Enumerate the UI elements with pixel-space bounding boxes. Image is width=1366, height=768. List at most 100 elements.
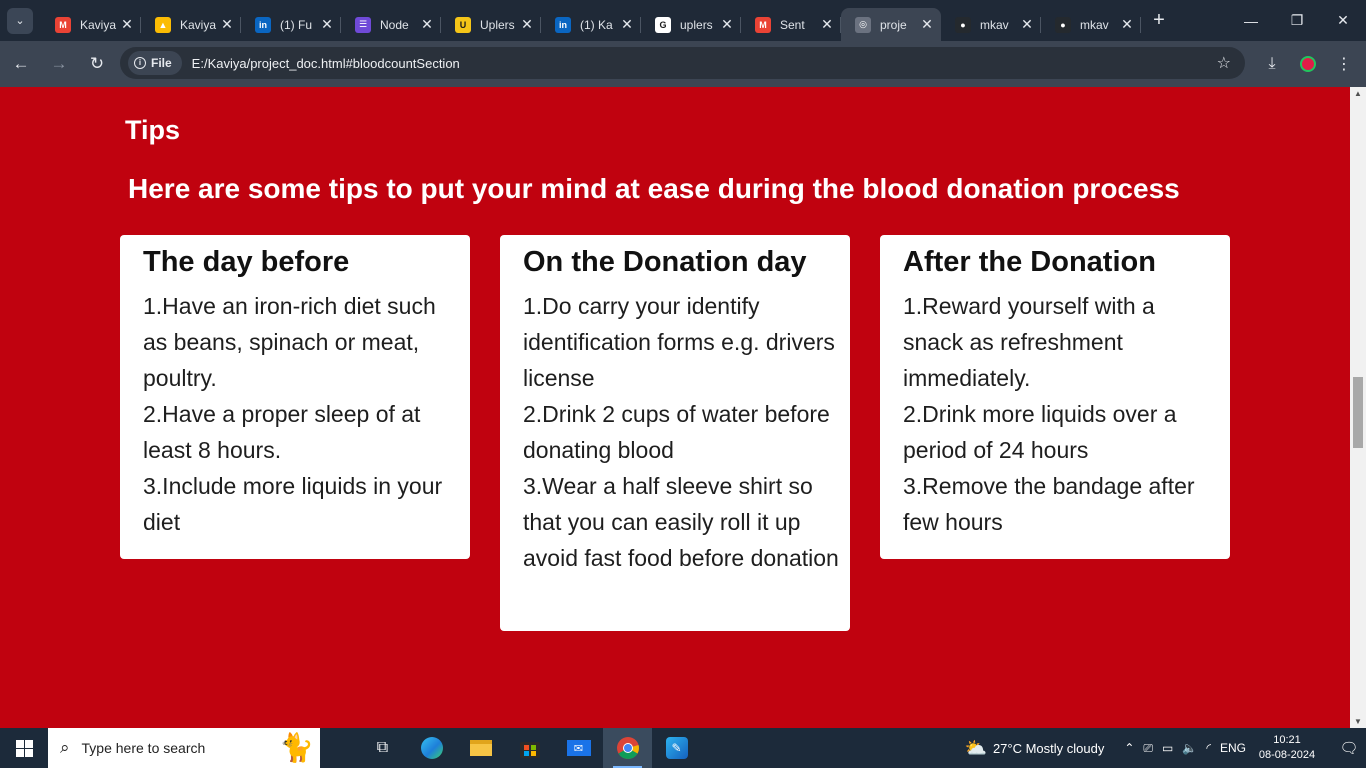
chevron-up-icon[interactable]: ⌃ <box>1124 741 1134 755</box>
edge-button[interactable] <box>407 728 456 768</box>
menu-button[interactable]: ⋮ <box>1327 41 1361 87</box>
language-indicator[interactable]: ENG <box>1220 741 1246 755</box>
tip-line: 2.Drink more liquids over a period of 24… <box>903 401 1177 463</box>
tip-line: 2.Have a proper sleep of at least 8 hour… <box>143 401 421 463</box>
linkedin-icon: in <box>255 16 271 33</box>
tip-line: 2.Drink 2 cups of water before donating … <box>523 401 830 463</box>
notification-center-button[interactable]: 🗨 <box>1332 739 1366 757</box>
tab-label: uplers <box>680 17 713 32</box>
browser-tab[interactable]: M Kaviya ✕ <box>41 8 141 41</box>
paint-app-button[interactable]: ✎ <box>652 728 701 768</box>
close-icon: ✕ <box>1337 12 1349 28</box>
meet-now-icon[interactable]: ⎚ <box>1143 741 1153 756</box>
gmail-icon: M <box>755 16 771 33</box>
tab-close-icon[interactable]: ✕ <box>219 16 235 33</box>
minimize-icon: — <box>1244 12 1258 29</box>
tab-close-icon[interactable]: ✕ <box>319 16 335 33</box>
kebab-menu-icon: ⋮ <box>1336 56 1352 73</box>
bookmark-star-icon[interactable]: ☆ <box>1217 53 1231 73</box>
tab-close-icon[interactable]: ✕ <box>819 16 835 33</box>
notification-icon: 🗨 <box>1339 740 1359 757</box>
search-icon: ⌕ <box>60 738 70 757</box>
weather-widget[interactable]: ⛅ 27°C Mostly cloudy <box>965 738 1105 759</box>
close-window-button[interactable]: ✕ <box>1320 0 1366 41</box>
clock[interactable]: 10:21 08-08-2024 <box>1256 733 1318 763</box>
browser-tab[interactable]: ● mkav ✕ <box>941 8 1041 41</box>
restore-button[interactable]: ❐ <box>1274 0 1320 41</box>
address-bar[interactable]: i File E:/Kaviya/project_doc.html#bloodc… <box>120 47 1245 79</box>
forward-button[interactable]: → <box>42 47 76 81</box>
windows-taskbar: ⌕ Type here to search 🐈 ⧉ ✉ ✎ ⛅ 27°C Mos… <box>0 728 1366 768</box>
tab-label: (1) Fu <box>280 17 313 32</box>
section-title: Tips <box>125 115 181 145</box>
tip-line: 3.Include more liquids in your diet <box>143 473 443 535</box>
tab-strip: ⌄ M Kaviya ✕ ▲ Kaviya ✕ in (1) Fu ✕ ☰ Node ✕ U Uplers… <box>0 0 1366 41</box>
card-title: On the Donation day <box>523 246 807 278</box>
site-info-chip[interactable]: i File <box>128 51 182 75</box>
minimize-button[interactable]: — <box>1228 0 1274 41</box>
tab-close-icon[interactable]: ✕ <box>519 16 535 33</box>
browser-tab[interactable]: M Sent ✕ <box>741 8 841 41</box>
mail-icon: ✉ <box>566 740 591 756</box>
tab-close-icon[interactable]: ✕ <box>619 16 635 33</box>
uplers-icon: U <box>455 16 471 33</box>
folder-icon <box>469 740 492 756</box>
url-text[interactable]: E:/Kaviya/project_doc.html#bloodcountSec… <box>192 56 460 71</box>
volume-icon[interactable]: 🔈 <box>1182 741 1197 755</box>
tip-line: 1.Do carry your identify identification … <box>523 293 835 391</box>
battery-icon[interactable]: ▭ <box>1162 741 1173 755</box>
task-view-button[interactable]: ⧉ <box>358 728 407 768</box>
tab-close-icon[interactable]: ✕ <box>119 16 135 33</box>
browser-tab[interactable]: ☰ Node ✕ <box>341 8 441 41</box>
vertical-scrollbar[interactable]: ▲ ▼ <box>1350 87 1366 728</box>
tab-close-icon[interactable]: ✕ <box>919 16 935 33</box>
tab-close-icon[interactable]: ✕ <box>1019 16 1035 33</box>
tip-line: 1.Reward yourself with a snack as refres… <box>903 293 1155 391</box>
clock-time: 10:21 <box>1273 734 1301 746</box>
tab-close-icon[interactable]: ✕ <box>719 16 735 33</box>
store-button[interactable] <box>505 728 554 768</box>
paint-icon: ✎ <box>665 737 688 759</box>
start-button[interactable] <box>0 728 48 768</box>
tab-search-button[interactable]: ⌄ <box>7 7 33 34</box>
tip-line: 1.Have an iron-rich diet such as beans, … <box>143 293 436 391</box>
tab-label: mkav <box>980 17 1009 32</box>
mail-button[interactable]: ✉ <box>554 728 603 768</box>
browser-tab[interactable]: ▲ Kaviya ✕ <box>141 8 241 41</box>
chrome-button[interactable] <box>603 728 652 768</box>
file-explorer-button[interactable] <box>456 728 505 768</box>
wifi-icon[interactable]: ◜ <box>1206 741 1211 755</box>
edge-icon <box>420 737 443 759</box>
tab-separator <box>1140 17 1141 33</box>
search-placeholder: Type here to search <box>81 740 206 756</box>
chevron-down-icon: ⌄ <box>15 15 25 27</box>
linkedin-icon: in <box>555 16 571 33</box>
browser-tab[interactable]: ● mkav ✕ <box>1041 8 1141 41</box>
tab-label: mkav <box>1080 17 1109 32</box>
browser-tab[interactable]: in (1) Ka ✕ <box>541 8 641 41</box>
weather-text: 27°C Mostly cloudy <box>992 740 1105 756</box>
google-icon: G <box>655 16 671 33</box>
new-tab-button[interactable]: + <box>1145 9 1173 32</box>
taskbar-search-box[interactable]: ⌕ Type here to search 🐈 <box>48 728 320 768</box>
arrow-left-icon: ← <box>12 54 30 73</box>
browser-tab[interactable]: Guplers ✕ <box>641 8 741 41</box>
downloads-button[interactable]: ⤓ <box>1255 41 1289 87</box>
tab-close-icon[interactable]: ✕ <box>419 16 435 33</box>
tab-label: (1) Ka <box>580 17 613 32</box>
tab-close-icon[interactable]: ✕ <box>1119 16 1135 33</box>
windows-logo-icon <box>15 739 33 757</box>
browser-tab[interactable]: U Uplers ✕ <box>441 8 541 41</box>
site-info-label: File <box>151 56 172 70</box>
profile-button[interactable] <box>1291 41 1325 87</box>
page-content: Tips Here are some tips to put your mind… <box>0 87 1350 728</box>
scroll-up-arrow-icon[interactable]: ▲ <box>1354 89 1362 98</box>
browser-tab[interactable]: in (1) Fu ✕ <box>241 8 341 41</box>
microsoft-store-icon <box>519 742 540 758</box>
scroll-down-arrow-icon[interactable]: ▼ <box>1354 717 1362 726</box>
restore-icon: ❐ <box>1290 12 1304 28</box>
reload-button[interactable]: ↻ <box>80 47 114 81</box>
scrollbar-thumb[interactable] <box>1353 377 1363 448</box>
browser-tab[interactable]: ◎ proje ✕ <box>841 8 941 41</box>
back-button[interactable]: ← <box>4 47 38 81</box>
